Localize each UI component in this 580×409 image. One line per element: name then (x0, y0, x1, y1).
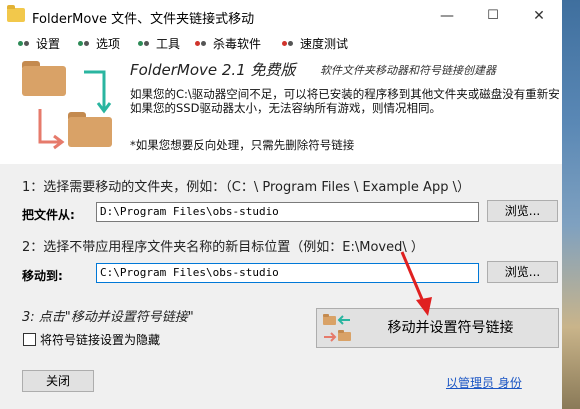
dots-icon (18, 38, 32, 48)
menu-options[interactable]: 选项 (78, 35, 120, 51)
menu-settings[interactable]: 设置 (18, 35, 60, 51)
menu-antivirus[interactable]: 杀毒软件 (195, 35, 261, 51)
maximize-button[interactable]: ☐ (470, 0, 516, 32)
step1-label: 1：选择需要移动的文件夹，例如：（C：\ Program Files \ Exa… (22, 180, 470, 195)
app-title: FolderMove 2.1 免费版 (130, 61, 296, 79)
dots-icon (78, 38, 92, 48)
close-window-button[interactable]: ✕ (516, 0, 562, 32)
hide-symlink-checkbox[interactable] (23, 333, 36, 346)
app-subtitle: 软件文件夹移动器和符号链接创建器 (320, 64, 496, 77)
desktop-background (562, 0, 580, 409)
close-button[interactable]: 关闭 (22, 370, 94, 392)
menu-bar: 设置 选项 工具 杀毒软件 速度测试 (0, 32, 562, 54)
banner: FolderMove 2.1 免费版 软件文件夹移动器和符号链接创建器 如果您的… (0, 54, 562, 164)
move-and-link-label: 移动并设置符号链接 (387, 320, 514, 336)
dots-icon (282, 38, 296, 48)
main-panel: FolderMove 2.1 免费版 软件文件夹移动器和符号链接创建器 如果您的… (0, 54, 562, 409)
source-path-input[interactable]: D:\Program Files\obs-studio (96, 202, 479, 222)
move-and-link-button[interactable]: 移动并设置符号链接 (316, 308, 559, 348)
source-browse-button[interactable]: 浏览... (487, 200, 558, 222)
menu-tools[interactable]: 工具 (138, 35, 180, 51)
menu-speed-test[interactable]: 速度测试 (282, 35, 348, 51)
step2-label: 2：选择不带应用程序文件夹名称的新目标位置（例如：E:\Moved\ ） (22, 240, 424, 255)
app-window: FolderMove 文件、文件夹链接式移动 — ☐ ✕ 设置 选项 工具 杀毒… (0, 0, 562, 409)
window-title: FolderMove 文件、文件夹链接式移动 (32, 12, 255, 27)
folder-app-icon (7, 5, 25, 22)
step3-label: 3: 点击"移动并设置符号链接" (22, 310, 194, 325)
target-path-input[interactable]: C:\Program Files\obs-studio (96, 263, 479, 283)
target-field-label: 移动到: (22, 269, 63, 283)
minimize-button[interactable]: — (424, 0, 470, 32)
move-arrows-icon (38, 70, 112, 150)
description-line-2: 如果您的SSD驱动器太小，无法容纳所有游戏，则情况相同。 (130, 101, 441, 115)
title-bar[interactable]: FolderMove 文件、文件夹链接式移动 — ☐ ✕ (0, 0, 562, 32)
source-field-label: 把文件从: (22, 208, 75, 222)
dots-icon (195, 38, 209, 48)
move-folders-icon (323, 314, 351, 342)
hide-symlink-label[interactable]: 将符号链接设置为隐藏 (40, 331, 160, 348)
reverse-note: *如果您想要反向处理，只需先删除符号链接 (130, 138, 355, 152)
target-browse-button[interactable]: 浏览... (487, 261, 558, 283)
dots-icon (138, 38, 152, 48)
admin-link[interactable]: 以管理员 身份 (446, 374, 522, 391)
